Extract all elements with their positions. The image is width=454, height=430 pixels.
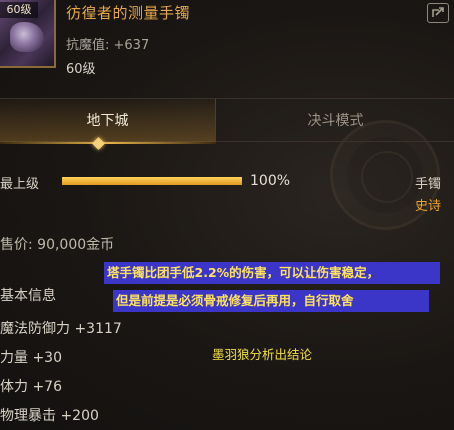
tab-duel-label: 决斗模式 xyxy=(307,113,364,129)
active-tab-diamond-icon xyxy=(92,137,105,150)
share-button[interactable] xyxy=(427,3,449,23)
bracelet-item-icon: 60级 xyxy=(0,0,56,68)
stat-line: 物理暴击 +200 xyxy=(0,408,99,424)
item-level: 60级 xyxy=(66,62,96,77)
stats-section-title: 基本信息 xyxy=(0,288,56,304)
tab-dungeon[interactable]: 地下城 xyxy=(0,99,216,150)
durability-bar xyxy=(62,177,242,185)
item-icon-art xyxy=(10,22,44,52)
active-tab-underline xyxy=(0,142,216,144)
item-resist-value: 抗魔值: +637 xyxy=(66,38,150,53)
annotation-line-2: 但是前提是必须骨戒修复后再用，自行取舍 xyxy=(113,290,429,312)
stat-line: 力量 +30 xyxy=(0,350,62,366)
annotation-line-1: 塔手镯比团手低2.2%的伤害，可以让伤害稳定， xyxy=(104,262,440,284)
item-slot-type: 手镯 xyxy=(415,177,442,192)
mode-tabs: 地下城 决斗模式 xyxy=(0,98,454,150)
durability-label: 最上级 xyxy=(0,177,40,192)
tab-duel-mode[interactable]: 决斗模式 xyxy=(217,99,454,143)
stat-line: 体力 +76 xyxy=(0,379,62,395)
item-tooltip-panel: 60级 彷徨者的测量手镯 抗魔值: +637 60级 地下城 决斗模式 最上级 … xyxy=(0,0,454,430)
item-icon-level-badge: 60级 xyxy=(0,2,38,18)
durability-value: 100% xyxy=(250,173,291,189)
item-price: 售价: 90,000金币 xyxy=(0,237,115,253)
item-name: 彷徨者的测量手镯 xyxy=(66,4,191,22)
share-icon xyxy=(432,7,444,17)
annotation-credit: 墨羽狼分析出结论 xyxy=(212,347,313,362)
stat-line: 魔法防御力 +3117 xyxy=(0,321,122,337)
item-rarity: 史诗 xyxy=(415,199,442,214)
durability-bar-fill xyxy=(62,177,242,185)
tab-dungeon-label: 地下城 xyxy=(86,113,129,129)
